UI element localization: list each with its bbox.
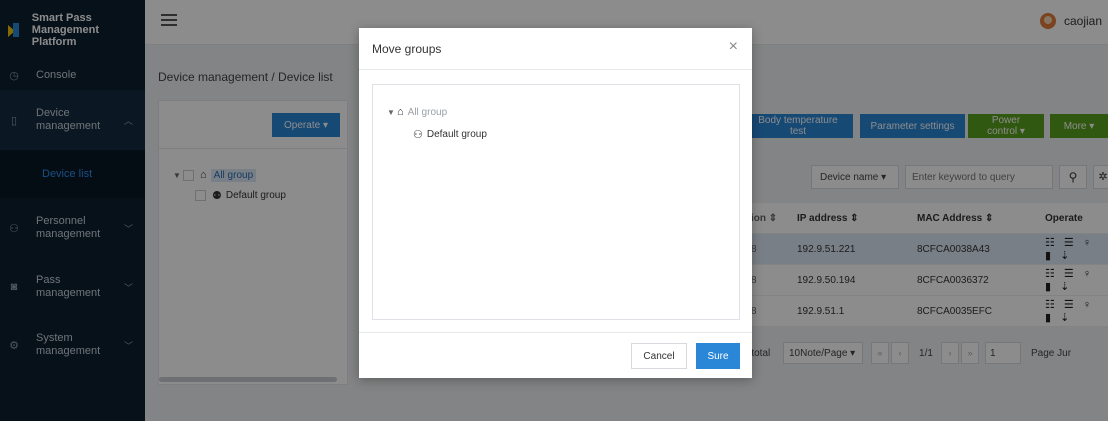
dialog-group-tree: ▼ ⌂ All group ⚇ Default group xyxy=(373,85,739,145)
close-icon[interactable]: × xyxy=(729,38,738,56)
tree-node-label: Default group xyxy=(426,128,487,140)
dialog-footer: Cancel Sure xyxy=(359,332,752,378)
dialog-tree-box: ▼ ⌂ All group ⚇ Default group xyxy=(372,84,740,320)
group-icon: ⚇ xyxy=(413,128,423,141)
caret-down-icon[interactable]: ▼ xyxy=(387,108,397,117)
tree-node-default-group[interactable]: ⚇ Default group xyxy=(387,123,739,145)
cancel-button[interactable]: Cancel xyxy=(631,343,687,369)
move-groups-dialog: Move groups × ▼ ⌂ All group ⚇ Default gr… xyxy=(359,28,752,378)
tree-node-label: All group xyxy=(407,106,448,118)
dialog-header: Move groups × xyxy=(359,28,752,70)
sure-button[interactable]: Sure xyxy=(696,343,740,369)
home-icon: ⌂ xyxy=(397,106,404,118)
dialog-title: Move groups xyxy=(372,42,442,56)
tree-node-all-group[interactable]: ▼ ⌂ All group xyxy=(387,101,739,123)
